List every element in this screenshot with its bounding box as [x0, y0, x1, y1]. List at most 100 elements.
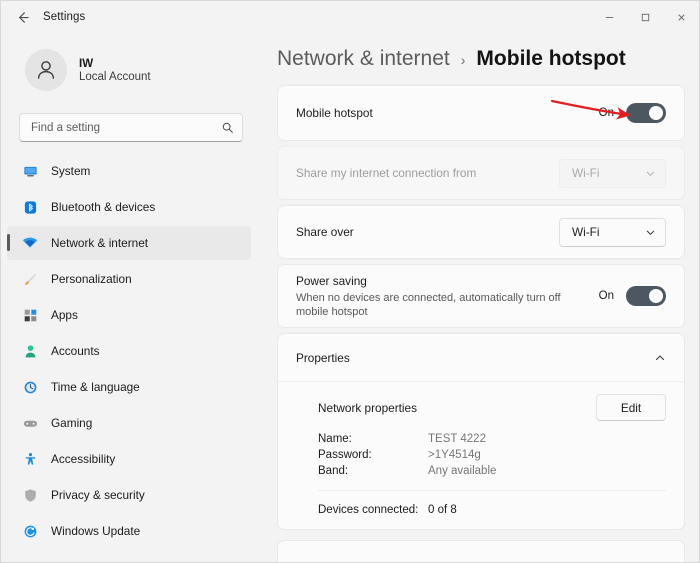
- sidebar-item-accessibility[interactable]: Accessibility: [7, 442, 251, 476]
- settings-window: Settings IW Local Account Find a setting…: [0, 0, 700, 563]
- sidebar-item-personalization[interactable]: Personalization: [7, 262, 251, 296]
- page-title: Mobile hotspot: [476, 47, 626, 70]
- update-icon: [22, 523, 38, 539]
- share-over-card: Share over Wi-Fi: [277, 205, 685, 259]
- power-saving-label: Power saving: [296, 273, 367, 288]
- maximize-button[interactable]: [627, 1, 663, 33]
- search-box[interactable]: [19, 113, 243, 142]
- sidebar-item-privacy-security[interactable]: Privacy & security: [7, 478, 251, 512]
- properties-body: Network properties Edit Name: TEST 4222 …: [278, 382, 684, 529]
- breadcrumb-parent-link[interactable]: Network & internet: [277, 47, 450, 71]
- toggle-knob: [649, 106, 663, 120]
- sidebar-item-label: Privacy & security: [51, 488, 145, 502]
- devices-connected-label: Devices connected:: [318, 504, 419, 516]
- sidebar-item-label: Accessibility: [51, 452, 116, 466]
- power-saving-toggle[interactable]: [626, 286, 666, 306]
- share-from-card: Share my internet connection from Wi-Fi: [277, 146, 685, 200]
- search-input[interactable]: [31, 121, 221, 134]
- table-row: Password: >1Y4514g: [318, 447, 666, 463]
- table-row: Band: Any available: [318, 463, 666, 479]
- toggle-knob: [649, 289, 663, 303]
- devices-connected-value: 0 of 8: [428, 504, 457, 516]
- network-properties-row: Network properties Edit: [318, 382, 666, 429]
- field-key: Band:: [318, 465, 349, 477]
- share-over-dropdown[interactable]: Wi-Fi: [559, 217, 666, 247]
- power-saving-state: On: [598, 290, 614, 302]
- accessibility-icon: [22, 451, 38, 467]
- power-saving-card: Power saving When no devices are connect…: [277, 264, 685, 328]
- sidebar-item-label: Bluetooth & devices: [51, 200, 156, 214]
- back-button[interactable]: [5, 3, 39, 31]
- sidebar-item-accounts[interactable]: Accounts: [7, 334, 251, 368]
- sidebar-item-label: Accounts: [51, 344, 100, 358]
- breadcrumb-separator-icon: ›: [460, 52, 466, 68]
- sidebar-item-system[interactable]: System: [7, 154, 251, 188]
- sidebar-item-label: Apps: [51, 308, 78, 322]
- mobile-hotspot-label: Mobile hotspot: [296, 106, 373, 120]
- sidebar-item-time-language[interactable]: Time & language: [7, 370, 251, 404]
- share-from-dropdown: Wi-Fi: [559, 158, 666, 188]
- account-text: IW Local Account: [79, 58, 151, 83]
- gamepad-icon: [22, 415, 38, 431]
- window-controls: [591, 1, 699, 33]
- minimize-button[interactable]: [591, 1, 627, 33]
- power-saving-description: When no devices are connected, automatic…: [296, 291, 561, 318]
- properties-header[interactable]: Properties: [278, 334, 684, 382]
- sidebar-item-windows-update[interactable]: Windows Update: [7, 514, 251, 548]
- settings-card-list: Mobile hotspot On Share my internet conn…: [277, 85, 685, 562]
- account-icon: [22, 343, 38, 359]
- network-properties-table: Name: TEST 4222 Password: >1Y4514g Band:…: [318, 431, 666, 479]
- properties-label: Properties: [296, 350, 350, 365]
- search-icon[interactable]: [221, 121, 234, 134]
- next-card-partial: [277, 540, 685, 562]
- avatar: [25, 49, 67, 91]
- field-value: >1Y4514g: [428, 449, 481, 461]
- sidebar-item-bluetooth-devices[interactable]: Bluetooth & devices: [7, 190, 251, 224]
- sidebar-item-label: Personalization: [51, 272, 132, 286]
- breadcrumb: Network & internet › Mobile hotspot: [277, 33, 685, 85]
- close-button[interactable]: [663, 1, 699, 33]
- chevron-down-icon: [645, 168, 656, 179]
- chevron-down-icon: [645, 227, 656, 238]
- title-bar: Settings: [1, 1, 699, 33]
- monitor-icon: [22, 163, 38, 179]
- sidebar-item-label: Gaming: [51, 416, 93, 430]
- share-over-value: Wi-Fi: [572, 225, 600, 239]
- field-value: Any available: [428, 465, 497, 477]
- account-subtitle: Local Account: [79, 70, 151, 83]
- field-key: Password:: [318, 449, 372, 461]
- sidebar-item-gaming[interactable]: Gaming: [7, 406, 251, 440]
- edit-button[interactable]: Edit: [596, 394, 666, 421]
- sidebar-nav: System Bluetooth & devices Network & int…: [1, 154, 263, 550]
- arrow-left-icon: [15, 10, 30, 25]
- account-name: IW: [79, 57, 94, 70]
- mobile-hotspot-state: On: [598, 107, 614, 119]
- bluetooth-icon: [22, 199, 38, 215]
- window-body: IW Local Account Find a setting System B…: [1, 33, 699, 562]
- shield-icon: [22, 487, 38, 503]
- person-icon: [33, 57, 59, 83]
- share-from-label: Share my internet connection from: [296, 166, 477, 180]
- chevron-up-icon[interactable]: [654, 352, 666, 364]
- content-pane: Network & internet › Mobile hotspot Mobi…: [263, 33, 699, 562]
- field-value: TEST 4222: [428, 433, 486, 445]
- account-tile[interactable]: IW Local Account: [7, 39, 251, 101]
- sidebar-item-label: System: [51, 164, 91, 178]
- share-over-label: Share over: [296, 225, 354, 239]
- network-properties-label: Network properties: [318, 400, 418, 415]
- mobile-hotspot-card: Mobile hotspot On: [277, 85, 685, 141]
- sidebar-item-label: Time & language: [51, 380, 140, 394]
- clock-icon: [22, 379, 38, 395]
- sidebar: IW Local Account Find a setting System B…: [1, 33, 263, 562]
- sidebar-item-network-internet[interactable]: Network & internet: [7, 226, 251, 260]
- window-title: Settings: [43, 11, 86, 23]
- sidebar-item-apps[interactable]: Apps: [7, 298, 251, 332]
- devices-connected-row: Devices connected: 0 of 8: [318, 490, 666, 529]
- paintbrush-icon: [22, 271, 38, 287]
- mobile-hotspot-toggle[interactable]: [626, 103, 666, 123]
- table-row: Name: TEST 4222: [318, 431, 666, 447]
- sidebar-item-label: Network & internet: [51, 236, 149, 250]
- wifi-icon: [22, 235, 38, 251]
- share-from-value: Wi-Fi: [572, 166, 600, 180]
- properties-expander: Properties Network properties Edit Name:…: [277, 333, 685, 530]
